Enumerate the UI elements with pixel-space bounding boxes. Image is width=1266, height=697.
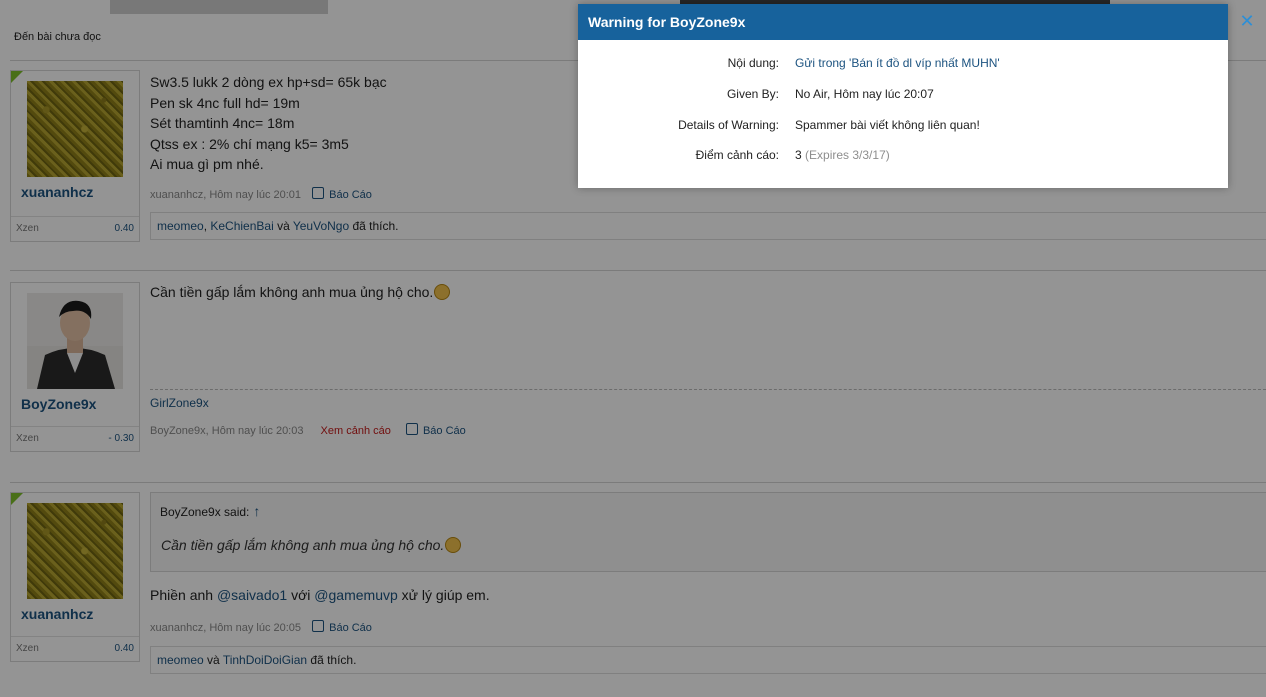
row-value: 3 (Expires 3/3/17) [795, 148, 890, 162]
warning-expiry: (Expires 3/3/17) [805, 148, 890, 162]
warning-dialog: Warning for BoyZone9x Nội dung: Gửi tron… [578, 4, 1228, 188]
close-icon[interactable]: ✕ [1239, 12, 1255, 30]
row-label: Given By: [726, 87, 779, 101]
row-label: Details of Warning: [678, 118, 779, 132]
row-value: Spammer bài viết không liên quan! [795, 118, 980, 132]
row-value: No Air, Hôm nay lúc 20:07 [795, 87, 934, 101]
warning-points: 3 [795, 148, 802, 162]
row-label: Nội dung: [727, 56, 779, 70]
warned-content-link[interactable]: Gửi trong 'Bán ít đồ dl víp nhất MUHN' [795, 56, 1000, 70]
dialog-title: Warning for BoyZone9x [578, 4, 1228, 40]
row-label: Điểm cảnh cáo: [695, 148, 779, 162]
